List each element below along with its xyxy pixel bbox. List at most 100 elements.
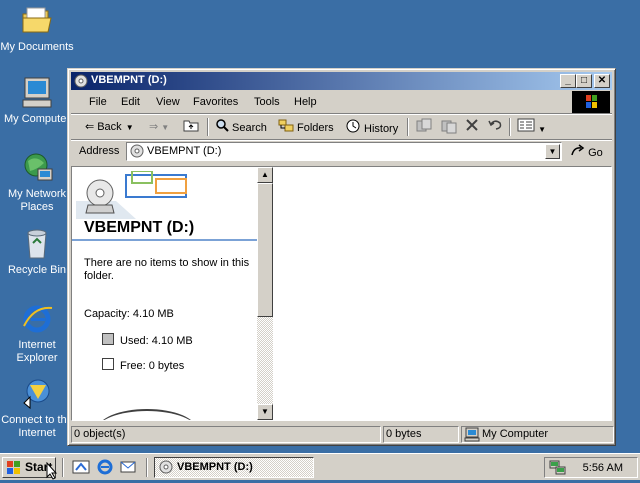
webview-info-pane: VBEMPNT (D:) There are no items to show … (72, 167, 257, 420)
address-dropdown-button[interactable]: ▼ (545, 144, 560, 159)
desktop-icon-connect-internet[interactable]: Connect to the Internet (0, 377, 74, 440)
vertical-scrollbar[interactable]: ▲ ▼ (257, 167, 273, 420)
views-button[interactable]: ▼ (517, 118, 546, 136)
close-button[interactable]: ✕ (594, 74, 610, 88)
menu-file[interactable]: File (89, 96, 107, 108)
quicklaunch-separator (146, 458, 148, 477)
address-value: VBEMPNT (D:) (147, 145, 222, 157)
capacity-pie-chart (97, 409, 197, 420)
back-button[interactable]: ⇐ Back ▼ (85, 118, 134, 136)
desktop-icon-label: My Network Places (7, 188, 67, 213)
minimize-button[interactable]: _ (560, 74, 576, 88)
menu-help[interactable]: Help (294, 96, 317, 108)
folders-label: Folders (297, 121, 334, 134)
quicklaunch-separator (62, 458, 64, 477)
taskbar-window-button[interactable]: VBEMPNT (D:) (154, 457, 314, 478)
desktop-icon-recycle-bin[interactable]: Recycle Bin (0, 227, 74, 277)
task-label: VBEMPNT (D:) (177, 461, 253, 473)
minimize-label: _ (565, 75, 571, 86)
explorer-window: VBEMPNT (D:) _ □ ✕ File Edit View Favori… (67, 68, 616, 446)
menu-view[interactable]: View (156, 96, 180, 108)
address-label: Address (79, 145, 120, 157)
up-folder-button[interactable] (183, 118, 202, 136)
back-dropdown-icon[interactable]: ▼ (126, 123, 134, 132)
back-label: Back (97, 121, 122, 133)
history-label: History (364, 122, 399, 135)
desktop-icon-network-places[interactable]: My Network Places (0, 151, 74, 214)
desktop-icon-my-documents[interactable]: My Documents (0, 4, 74, 54)
window-title: VBEMPNT (D:) (91, 74, 167, 86)
copy-to-icon (440, 120, 458, 137)
toolbar-separator (407, 118, 409, 136)
drive-icon (130, 144, 144, 161)
cd-drive-icon (159, 460, 173, 481)
desktop-icon-internet-explorer[interactable]: Internet Explorer (0, 302, 74, 365)
windows-logo-icon (572, 91, 610, 113)
toolbar-separator (509, 118, 511, 136)
move-to-icon (415, 118, 433, 137)
title-bar[interactable]: VBEMPNT (D:) _ □ ✕ (71, 72, 612, 90)
internet-explorer-quicklaunch-icon[interactable] (96, 459, 114, 478)
used-text: Used: 4.10 MB (120, 335, 193, 347)
status-size: 0 bytes (383, 426, 459, 443)
free-text: Free: 0 bytes (120, 360, 185, 372)
undo-icon (487, 120, 503, 135)
network-tray-icon[interactable] (549, 459, 567, 479)
show-desktop-icon[interactable] (72, 459, 90, 478)
menu-tools[interactable]: Tools (254, 96, 280, 108)
undo-button[interactable] (487, 118, 503, 136)
views-icon (517, 118, 538, 135)
toolbar-separator (207, 118, 209, 136)
computer-icon (20, 76, 54, 110)
folder-icon (20, 4, 54, 38)
forward-button[interactable]: ⇒ ▼ (149, 118, 169, 136)
title-underline (72, 239, 257, 241)
folder-content-area[interactable]: VBEMPNT (D:) There are no items to show … (71, 166, 612, 421)
history-icon (345, 118, 361, 140)
free-legend: Free: 0 bytes (102, 358, 184, 372)
views-dropdown-icon: ▼ (538, 125, 546, 134)
copy-to-button[interactable] (440, 118, 458, 136)
status-object-count: 0 object(s) (71, 426, 381, 443)
cd-drive-icon (74, 74, 88, 88)
folders-button[interactable]: Folders (278, 118, 334, 136)
menu-bar: File Edit View Favorites Tools Help (71, 91, 612, 114)
scroll-thumb[interactable] (257, 183, 273, 317)
address-bar: Address VBEMPNT (D:) ▼ Go (71, 141, 612, 163)
desktop-icon-my-computer[interactable]: My Computer (0, 76, 74, 126)
address-input[interactable]: VBEMPNT (D:) ▼ (126, 142, 562, 161)
menu-edit[interactable]: Edit (121, 96, 140, 108)
drive-banner-graphic (76, 170, 196, 219)
desktop-icon-label: My Computer (3, 113, 71, 125)
used-color-swatch (102, 333, 114, 345)
menu-favorites[interactable]: Favorites (193, 96, 238, 108)
outlook-express-icon[interactable] (119, 459, 137, 478)
folders-icon (278, 118, 294, 138)
desktop-icon-label: Internet Explorer (16, 339, 58, 364)
recycle-bin-icon (20, 227, 54, 261)
zone-label: My Computer (482, 428, 549, 440)
history-button[interactable]: History (345, 118, 398, 136)
used-legend: Used: 4.10 MB (102, 333, 193, 347)
back-arrow-icon: ⇐ (85, 121, 95, 134)
taskbar: Start VBEMPNT (D:) 5:56 AM (0, 453, 640, 480)
forward-dropdown-icon: ▼ (161, 123, 170, 132)
search-icon (215, 118, 229, 138)
status-bar: 0 object(s) 0 bytes My Computer (71, 424, 614, 443)
search-button[interactable]: Search (215, 118, 267, 136)
up-folder-icon (183, 118, 199, 138)
move-to-button[interactable] (415, 118, 433, 136)
scroll-down-button[interactable]: ▼ (257, 404, 273, 420)
standard-toolbar: ⇐ Back ▼ ⇒ ▼ Search Folders History ▼ (71, 115, 612, 140)
go-button[interactable]: Go (571, 144, 603, 159)
clock[interactable]: 5:56 AM (583, 462, 623, 474)
drive-title: VBEMPNT (D:) (84, 219, 195, 236)
delete-button[interactable] (465, 118, 479, 136)
scroll-up-button[interactable]: ▲ (257, 167, 273, 183)
desktop-icon-label: Connect to the Internet (1, 414, 73, 439)
maximize-button[interactable]: □ (576, 74, 592, 88)
capacity-text: Capacity: 4.10 MB (84, 308, 174, 320)
free-color-swatch (102, 358, 114, 370)
go-arrow-icon (571, 144, 588, 159)
network-icon (20, 151, 54, 185)
